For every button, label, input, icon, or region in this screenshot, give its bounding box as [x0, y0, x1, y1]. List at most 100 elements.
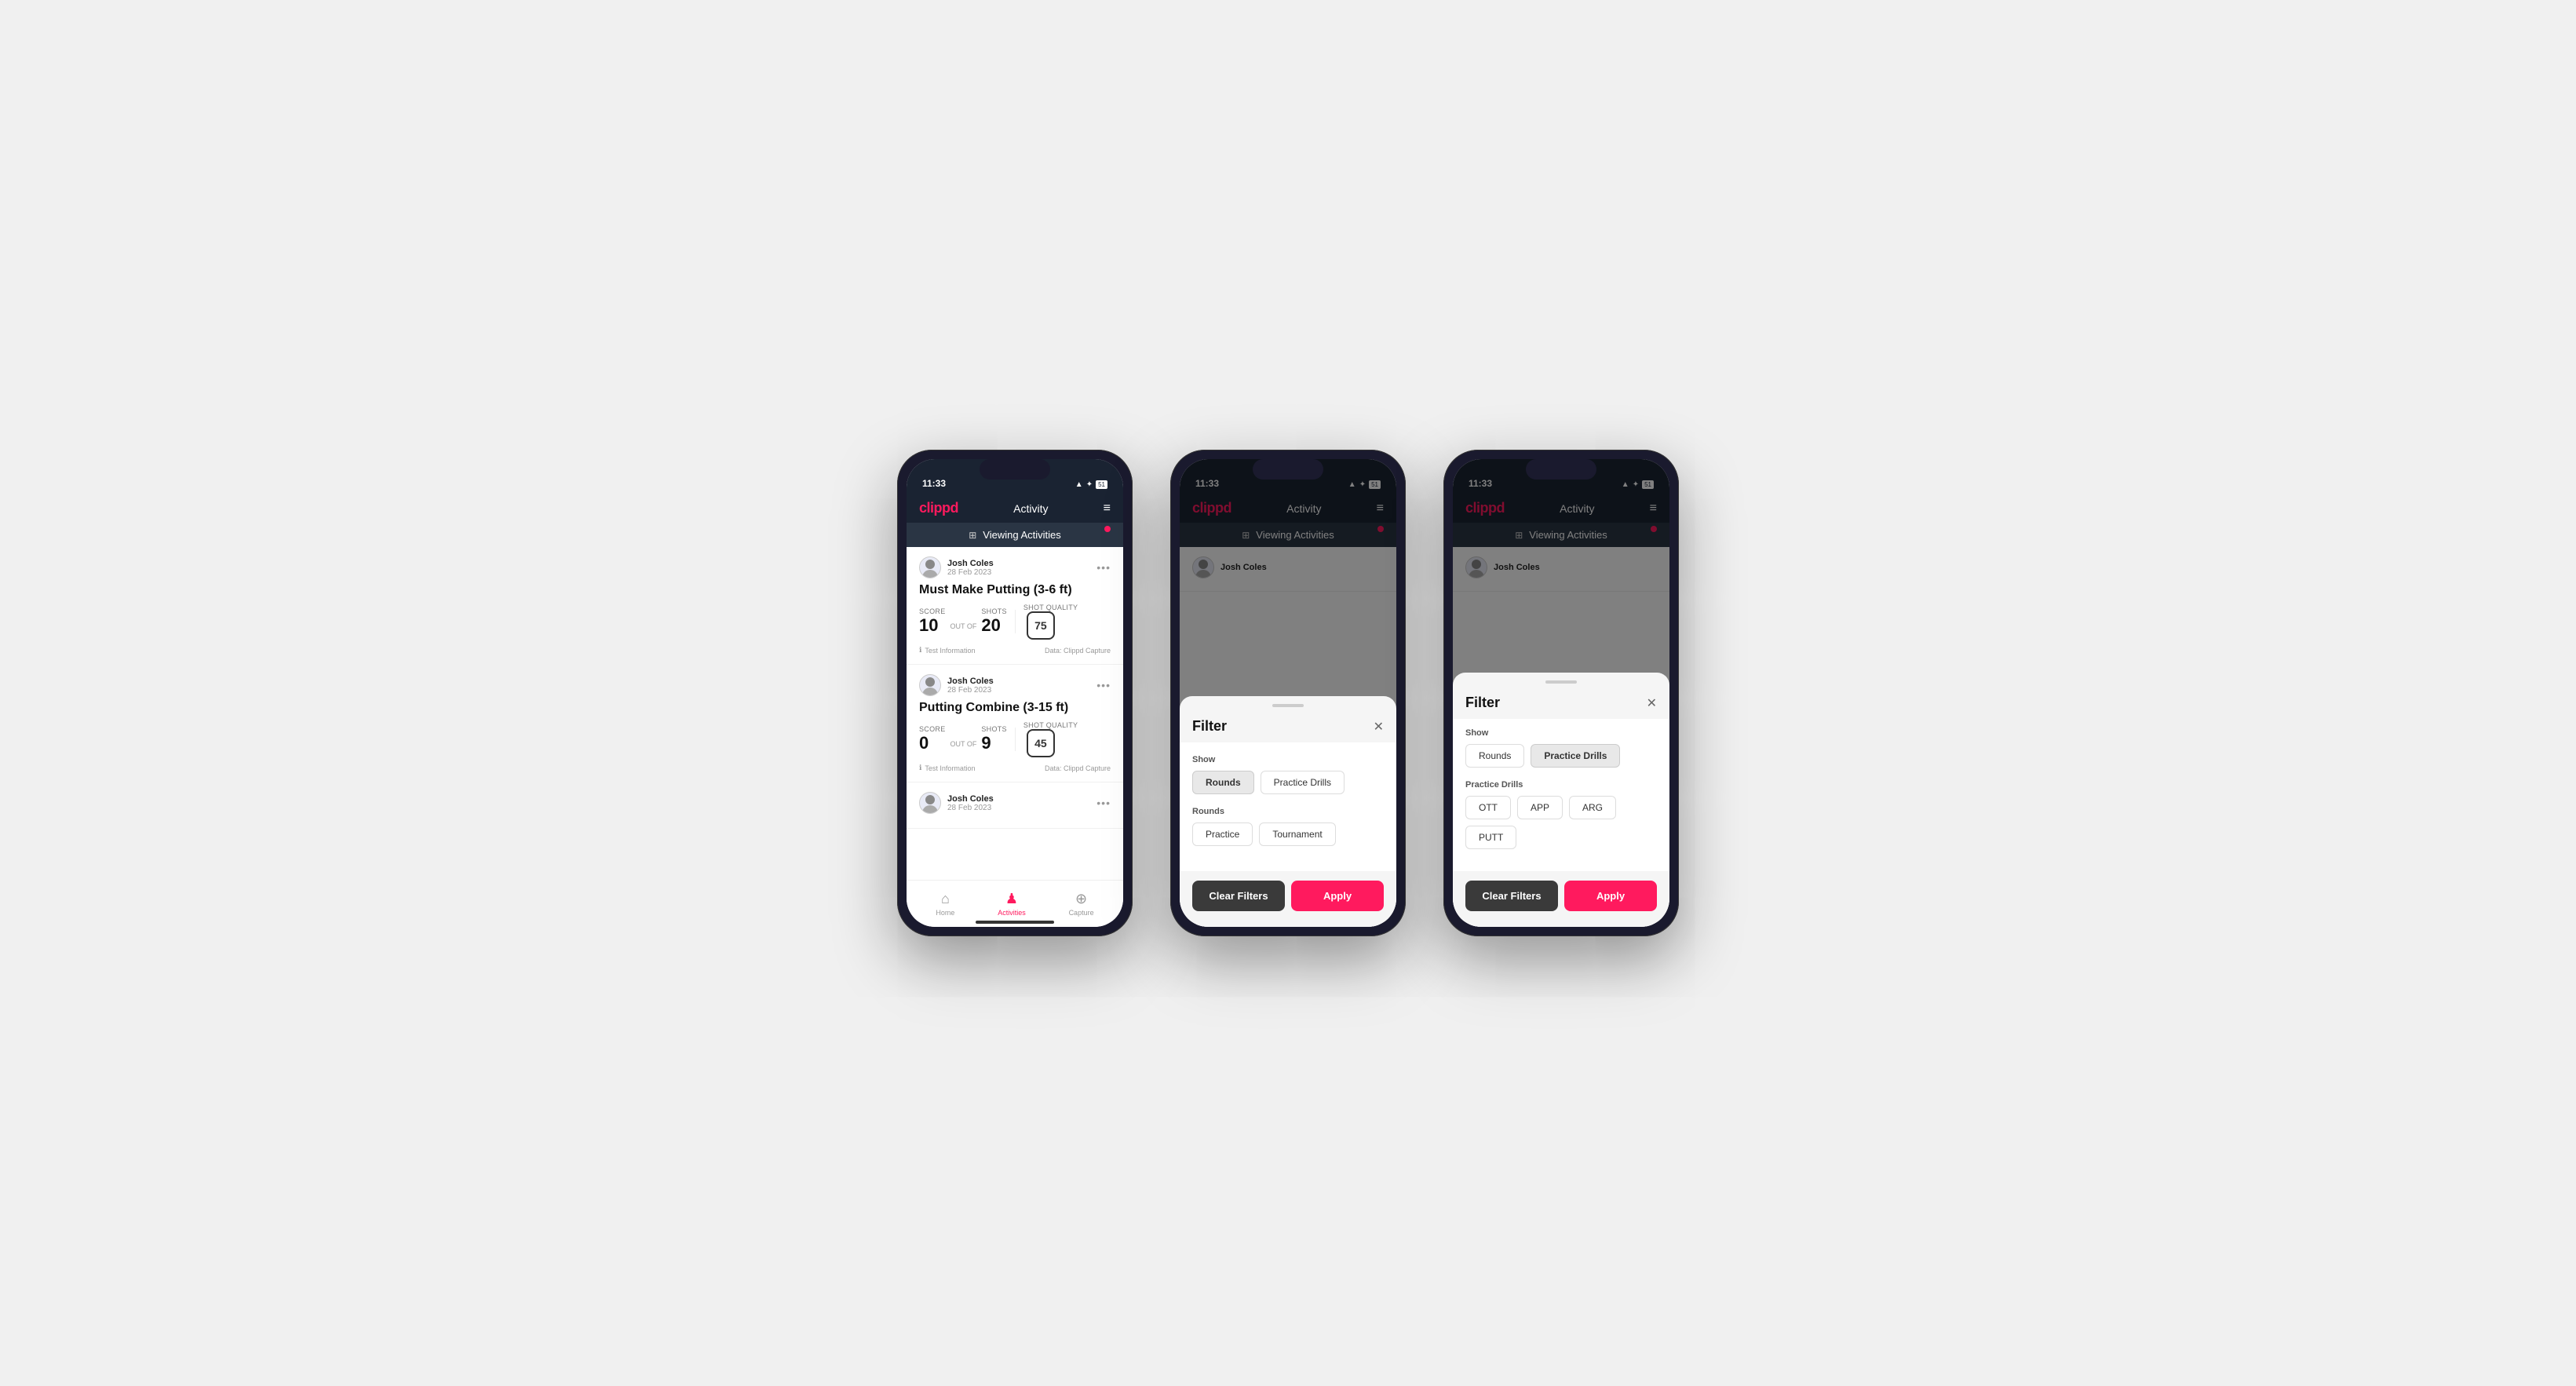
user-info-2: Josh Coles 28 Feb 2023 — [919, 674, 994, 696]
nav-home-1[interactable]: ⌂ Home — [936, 891, 954, 917]
out-of-2: OUT OF — [950, 740, 977, 748]
user-date-2: 28 Feb 2023 — [947, 686, 994, 695]
ott-chip-3[interactable]: OTT — [1465, 796, 1511, 819]
shots-value-1: 20 — [981, 615, 1007, 636]
modal-header-3: Filter ✕ — [1453, 684, 1669, 719]
score-label-2: Score — [919, 725, 946, 733]
nav-activities-1[interactable]: ♟ Activities — [998, 891, 1026, 917]
apply-btn-3[interactable]: Apply — [1564, 881, 1657, 911]
data-source-2: Data: Clippd Capture — [1045, 764, 1111, 772]
data-source-1: Data: Clippd Capture — [1045, 647, 1111, 655]
show-label-3: Show — [1465, 728, 1657, 738]
test-info-2: ℹ Test Information — [919, 764, 975, 772]
modal-close-2[interactable]: ✕ — [1374, 719, 1384, 735]
user-name-3: Josh Coles — [947, 794, 994, 804]
wifi-icon: ✦ — [1086, 480, 1093, 489]
score-value-1: 10 — [919, 615, 946, 636]
show-label-2: Show — [1192, 755, 1384, 764]
stat-divider-2 — [1015, 728, 1016, 751]
filter-sheet-2: Filter ✕ Show Rounds Practice Drills Rou… — [1180, 696, 1396, 927]
modal-close-3[interactable]: ✕ — [1647, 695, 1657, 711]
avatar-3 — [919, 792, 941, 814]
more-dots-1[interactable]: ••• — [1096, 561, 1111, 574]
clear-filters-btn-2[interactable]: Clear Filters — [1192, 881, 1285, 911]
modal-title-3: Filter — [1465, 695, 1500, 711]
shots-value-2: 9 — [981, 733, 1007, 753]
test-info-1: ℹ Test Information — [919, 646, 975, 655]
score-label-1: Score — [919, 607, 946, 615]
putt-chip-3[interactable]: PUTT — [1465, 826, 1516, 849]
banner-dot-1 — [1104, 526, 1111, 532]
banner-text-1: Viewing Activities — [983, 529, 1060, 541]
modal-footer-3: Clear Filters Apply — [1453, 871, 1669, 927]
card-stats-2: Score 0 OUT OF Shots 9 Shot Quality 45 — [919, 721, 1111, 757]
user-info-3: Josh Coles 28 Feb 2023 — [919, 792, 994, 814]
home-indicator-1 — [976, 921, 1054, 924]
show-chips-2: Rounds Practice Drills — [1192, 771, 1384, 794]
screenshot-container: 11:33 ▲ ✦ 51 clippd Activity ≡ ⊞ Viewing… — [866, 403, 1710, 983]
modal-title-2: Filter — [1192, 718, 1227, 735]
viewing-banner-1[interactable]: ⊞ Viewing Activities — [907, 523, 1123, 547]
rounds-section-label-2: Rounds — [1192, 807, 1384, 816]
dynamic-island-1 — [980, 459, 1050, 480]
dynamic-island-3 — [1526, 459, 1596, 480]
capture-icon-1: ⊕ — [1075, 891, 1087, 907]
phone-3: 11:33 ▲ ✦ 51 clippd Activity ≡ ⊞ Viewing… — [1443, 450, 1679, 936]
modal-footer-2: Clear Filters Apply — [1180, 871, 1396, 927]
activity-card-3: Josh Coles 28 Feb 2023 ••• — [907, 782, 1123, 829]
practice-chip-2[interactable]: Practice — [1192, 822, 1253, 846]
card-header-2: Josh Coles 28 Feb 2023 ••• — [919, 674, 1111, 696]
content-scroll-1: Josh Coles 28 Feb 2023 ••• Must Make Put… — [907, 547, 1123, 880]
hamburger-1[interactable]: ≡ — [1104, 502, 1111, 516]
signal-icon: ▲ — [1075, 480, 1083, 489]
phone-3-inner: 11:33 ▲ ✦ 51 clippd Activity ≡ ⊞ Viewing… — [1453, 459, 1669, 927]
battery-icon: 51 — [1096, 480, 1107, 489]
avatar-1 — [919, 556, 941, 578]
practice-drills-chips-3: OTT APP ARG PUTT — [1465, 796, 1657, 849]
user-date-1: 28 Feb 2023 — [947, 568, 994, 577]
more-dots-3[interactable]: ••• — [1096, 797, 1111, 809]
capture-label-1: Capture — [1069, 909, 1094, 917]
tournament-chip-2[interactable]: Tournament — [1259, 822, 1335, 846]
stat-divider-1 — [1015, 610, 1016, 633]
card-footer-1: ℹ Test Information Data: Clippd Capture — [919, 646, 1111, 655]
app-header-1: clippd Activity ≡ — [907, 494, 1123, 523]
avatar-2 — [919, 674, 941, 696]
activity-card-1: Josh Coles 28 Feb 2023 ••• Must Make Put… — [907, 547, 1123, 665]
filter-icon-1: ⊞ — [969, 530, 976, 541]
card-title-1: Must Make Putting (3-6 ft) — [919, 583, 1111, 597]
user-name-1: Josh Coles — [947, 559, 994, 568]
logo-1: clippd — [919, 500, 958, 516]
info-text-1: Test Information — [925, 647, 975, 655]
shots-label-2: Shots — [981, 725, 1007, 733]
rounds-chip-2[interactable]: Rounds — [1192, 771, 1254, 794]
activity-card-2: Josh Coles 28 Feb 2023 ••• Putting Combi… — [907, 665, 1123, 782]
more-dots-2[interactable]: ••• — [1096, 679, 1111, 691]
modal-body-2: Show Rounds Practice Drills Rounds Pract… — [1180, 742, 1396, 871]
card-stats-1: Score 10 OUT OF Shots 20 Shot Quality 75 — [919, 604, 1111, 640]
show-chips-3: Rounds Practice Drills — [1465, 744, 1657, 768]
filter-sheet-3: Filter ✕ Show Rounds Practice Drills Pra… — [1453, 673, 1669, 927]
clear-filters-btn-3[interactable]: Clear Filters — [1465, 881, 1558, 911]
bottom-nav-1: ⌂ Home ♟ Activities ⊕ Capture — [907, 880, 1123, 927]
app-chip-3[interactable]: APP — [1517, 796, 1563, 819]
rounds-chip-3[interactable]: Rounds — [1465, 744, 1524, 768]
dynamic-island-2 — [1253, 459, 1323, 480]
status-icons-1: ▲ ✦ 51 — [1075, 480, 1107, 489]
header-title-1: Activity — [1013, 502, 1048, 515]
practice-drills-chip-2[interactable]: Practice Drills — [1261, 771, 1345, 794]
nav-capture-1[interactable]: ⊕ Capture — [1069, 891, 1094, 917]
modal-header-2: Filter ✕ — [1180, 707, 1396, 742]
filter-modal-overlay-3: Filter ✕ Show Rounds Practice Drills Pra… — [1453, 459, 1669, 927]
phone-1-inner: 11:33 ▲ ✦ 51 clippd Activity ≡ ⊞ Viewing… — [907, 459, 1123, 927]
phone-2: 11:33 ▲ ✦ 51 clippd Activity ≡ ⊞ Viewing… — [1170, 450, 1406, 936]
phone-2-inner: 11:33 ▲ ✦ 51 clippd Activity ≡ ⊞ Viewing… — [1180, 459, 1396, 927]
apply-btn-2[interactable]: Apply — [1291, 881, 1384, 911]
home-icon-1: ⌂ — [941, 891, 950, 907]
sq-label-2: Shot Quality — [1023, 721, 1078, 729]
arg-chip-3[interactable]: ARG — [1569, 796, 1616, 819]
filter-modal-overlay-2: Filter ✕ Show Rounds Practice Drills Rou… — [1180, 459, 1396, 927]
practice-drills-chip-3[interactable]: Practice Drills — [1531, 744, 1620, 768]
user-info-1: Josh Coles 28 Feb 2023 — [919, 556, 994, 578]
practice-drills-section-label-3: Practice Drills — [1465, 780, 1657, 790]
